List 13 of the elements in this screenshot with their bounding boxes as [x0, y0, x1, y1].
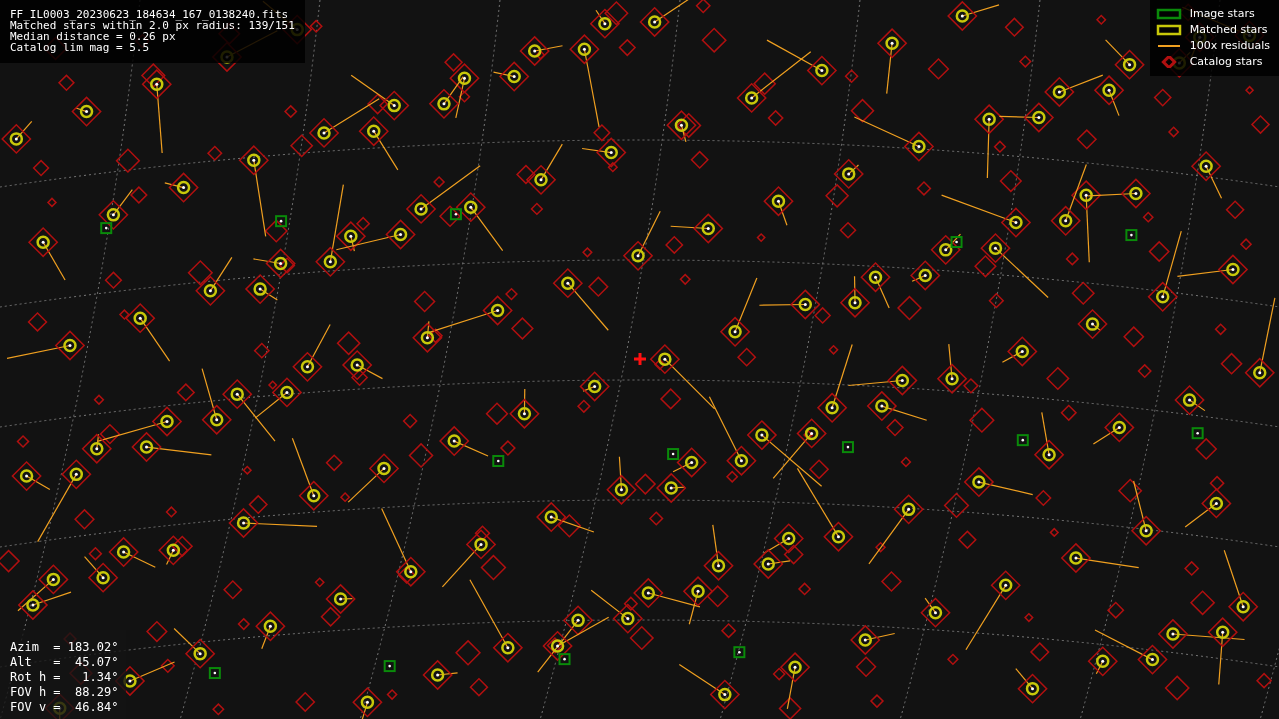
info-line: Median distance = 0.26 px: [10, 31, 176, 42]
legend-label: Matched stars: [1189, 23, 1268, 36]
legend-label: Image stars: [1189, 7, 1255, 20]
info-line: FF_IL0003_20230623_184634_167_0138240.fits: [10, 9, 290, 20]
legend-label: Catalog stars: [1189, 55, 1263, 68]
pointing-line: FOV h = 88.29°: [10, 685, 119, 700]
info-line: Matched stars within 2.0 px radius: 139/151: [10, 20, 295, 31]
pointing-line: Azim = 183.02°: [10, 640, 119, 655]
pointing-line: Rot h = 1.34°: [10, 670, 119, 685]
info-line: Catalog lim mag = 5.5: [10, 42, 151, 53]
legend-label: 100x residuals: [1189, 39, 1270, 52]
pointing-line: Alt = 45.07°: [10, 655, 119, 670]
pointing-line: FOV v = 46.84°: [10, 700, 119, 715]
